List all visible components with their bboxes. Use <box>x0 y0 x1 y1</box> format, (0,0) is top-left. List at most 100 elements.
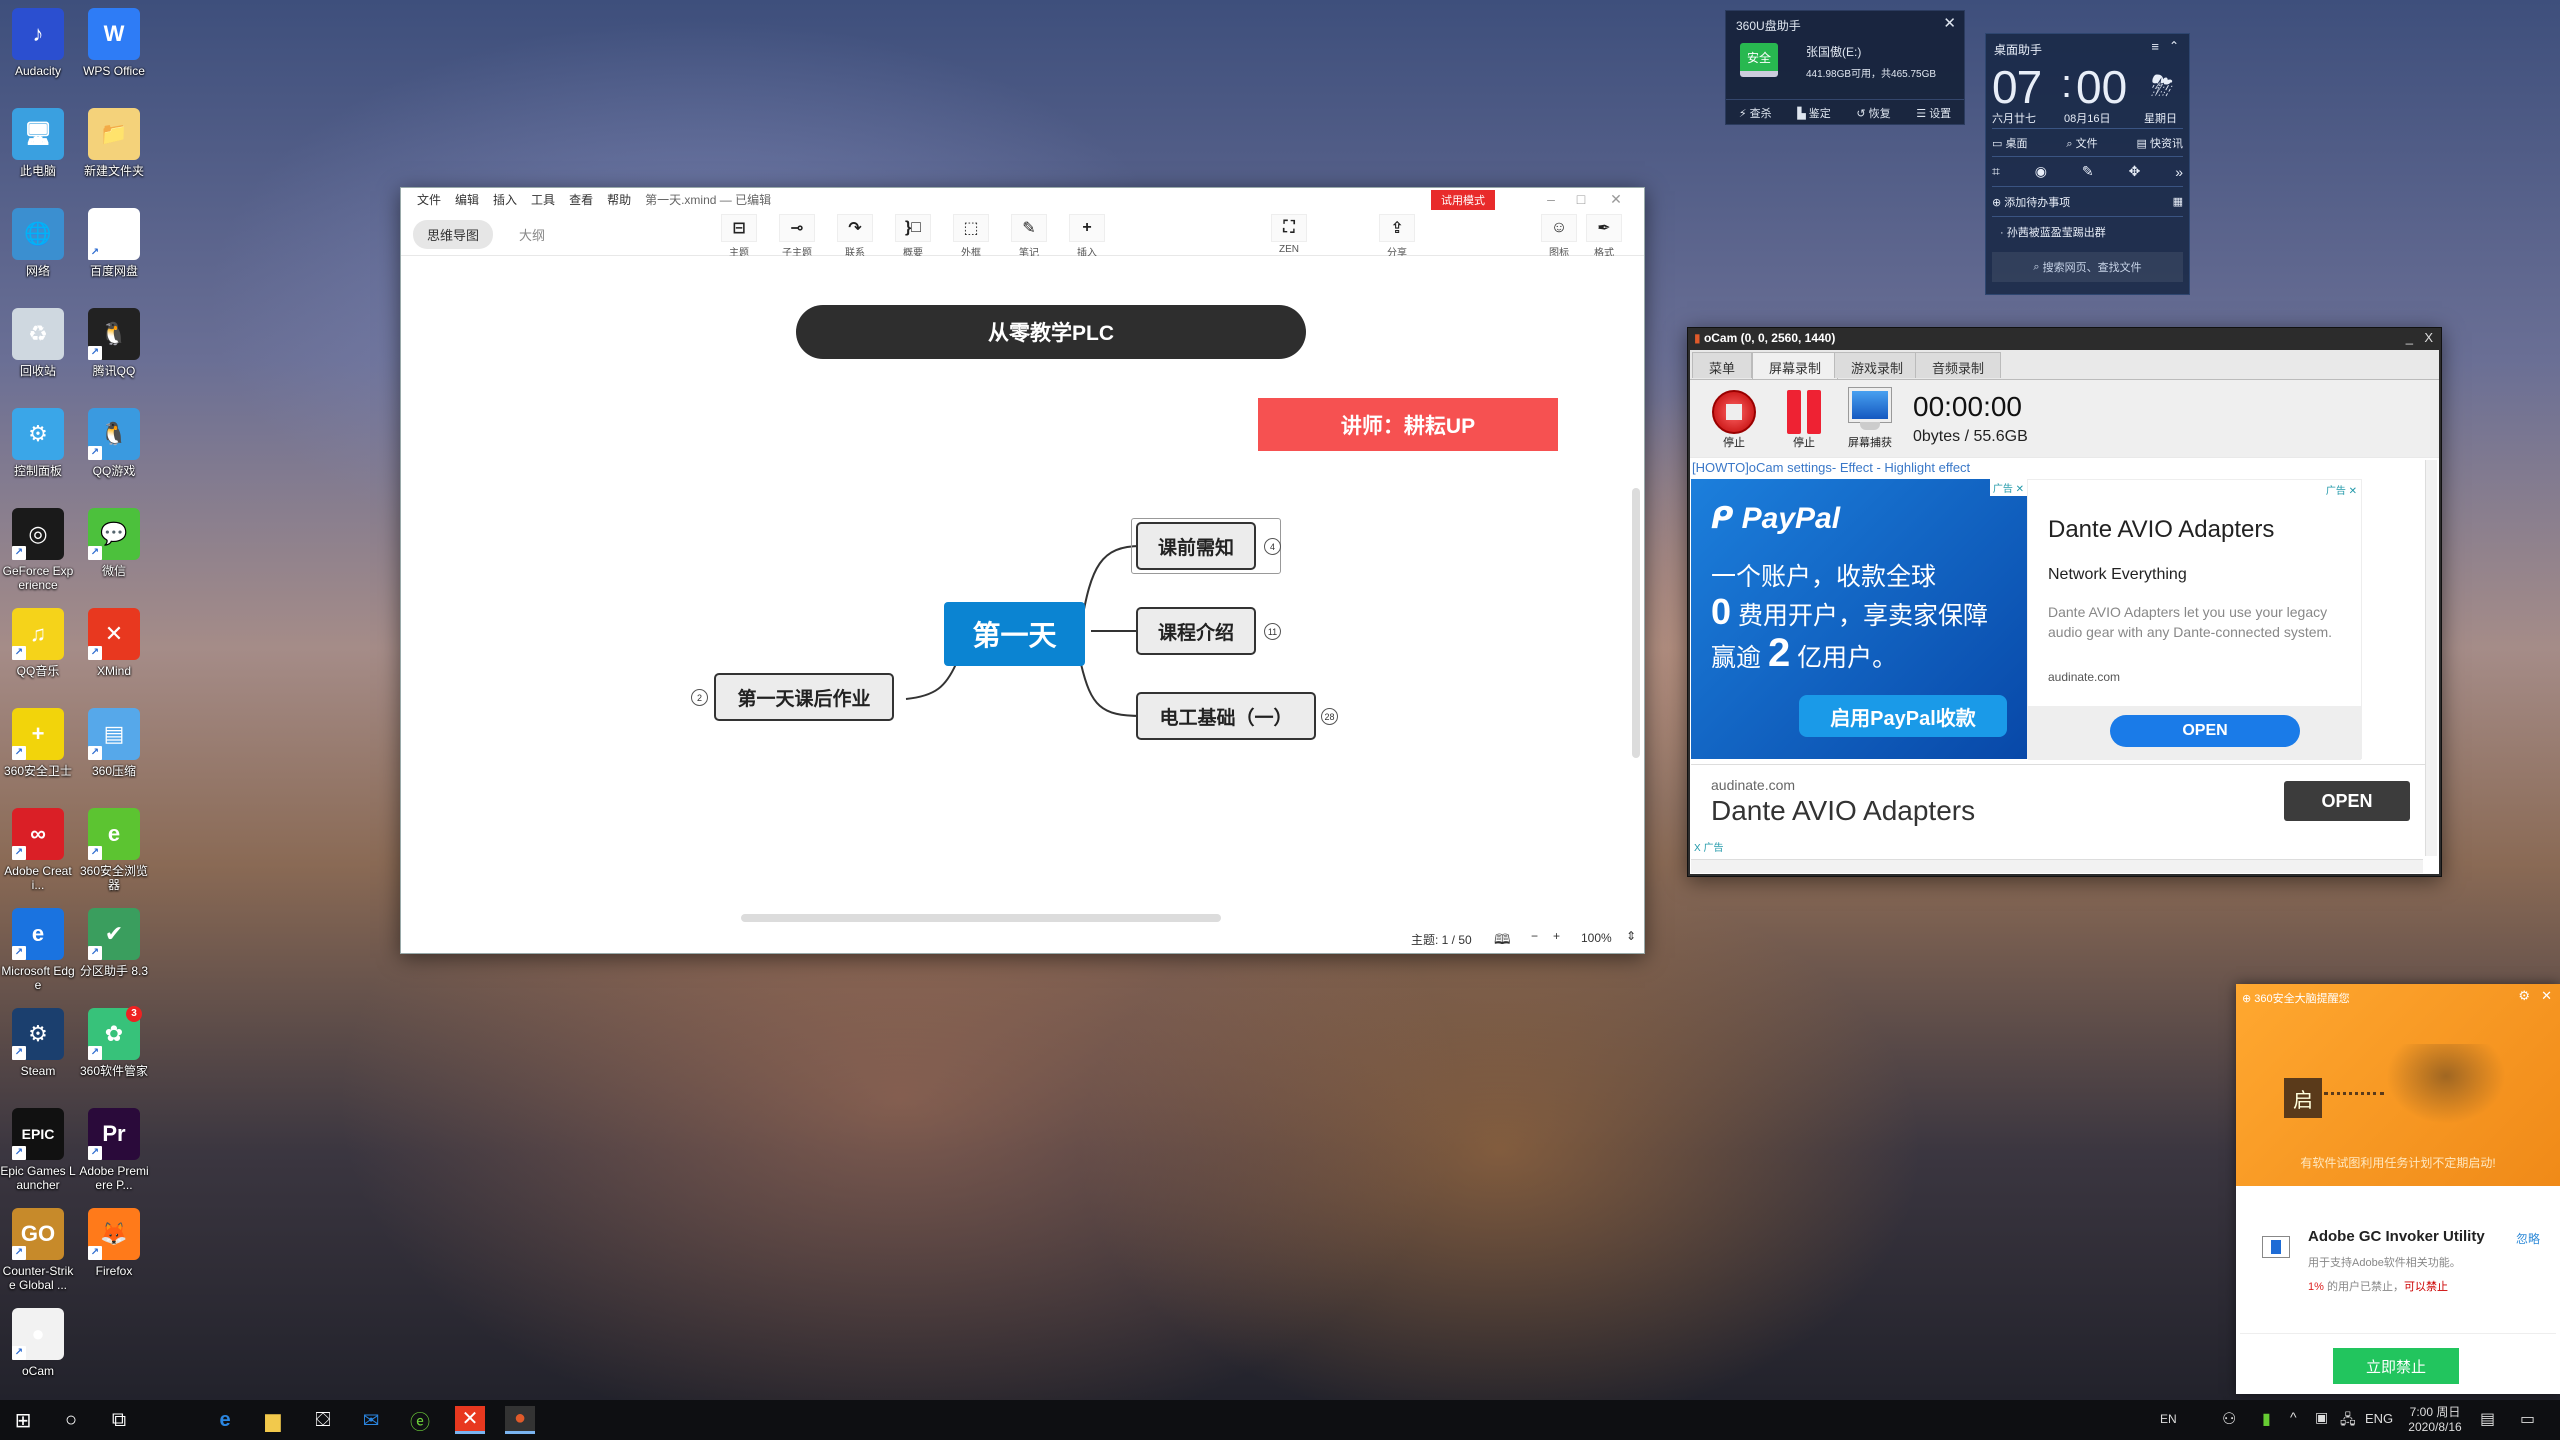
news-headline[interactable]: · 孙茜被蓝盈莹踢出群 <box>2000 224 2106 240</box>
desktop-icon[interactable]: ▤ ↗ 360压缩 <box>76 708 152 778</box>
desktop-icon[interactable]: 🖥 此电脑 <box>0 108 76 178</box>
screen-capture-button[interactable]: 屏幕捕获 <box>1848 387 1892 450</box>
tool-button-6[interactable]: + 插入 <box>1069 214 1105 259</box>
scan-button[interactable]: ⚡ 查杀 <box>1739 105 1772 121</box>
clock[interactable]: 7:00 周日 2020/8/16 <box>2400 1403 2470 1434</box>
web-search-input[interactable]: ⌕ 搜索网页、查找文件 <box>1992 252 2183 282</box>
restore-button[interactable]: ↺ 恢复 <box>1856 105 1890 121</box>
eye-icon[interactable]: ◉ <box>2035 163 2047 180</box>
menu-help[interactable]: 帮助 <box>607 191 631 208</box>
tab-audio-recording[interactable]: 音频录制 <box>1915 352 2002 378</box>
360-browser-icon[interactable]: ⓔ <box>405 1406 435 1434</box>
collapse-icon[interactable]: ⌃ <box>2169 39 2179 53</box>
start-button[interactable]: ⊞ <box>8 1406 38 1434</box>
tool-button-2[interactable]: ↷ 联系 <box>837 214 873 259</box>
share-button[interactable]: ⇪ 分享 <box>1379 214 1415 259</box>
desktop-icon[interactable]: e ↗ 360安全浏览器 <box>76 808 152 892</box>
desktop-icon[interactable]: W WPS Office <box>76 8 152 78</box>
settings-gear-icon[interactable]: ⚙ <box>2518 988 2530 1004</box>
xmind-icon[interactable]: ✕ <box>455 1406 485 1434</box>
tool-button-4[interactable]: ⬚ 外框 <box>953 214 989 259</box>
edge-icon[interactable]: e <box>210 1406 240 1434</box>
mail-icon[interactable]: ✉ <box>356 1406 386 1434</box>
identify-button[interactable]: ▙ 鉴定 <box>1797 105 1831 121</box>
menu-icon[interactable]: ≡ <box>2151 39 2159 54</box>
close-button[interactable]: X <box>2424 330 2433 345</box>
plugin-icon[interactable]: ✥ <box>2129 163 2141 180</box>
desktop-icon[interactable]: Pr ↗ Adobe Premiere P... <box>76 1108 152 1192</box>
desktop-icon[interactable]: 🌐 网络 <box>0 208 76 278</box>
language-indicator[interactable]: ENG <box>2365 1411 2393 1426</box>
format-panel-button[interactable]: ✒ 格式 <box>1586 214 1622 259</box>
desktop-icon[interactable]: EPIC ↗ Epic Games Launcher <box>0 1108 76 1192</box>
vertical-scrollbar[interactable] <box>2425 460 2437 856</box>
store-icon[interactable]: ⛋ <box>308 1406 338 1434</box>
zoom-level[interactable]: 100% <box>1581 931 1612 945</box>
zen-button[interactable]: ⛶ ZEN <box>1271 214 1307 255</box>
zoom-out-button[interactable]: − <box>1531 929 1538 943</box>
desktop-icon[interactable]: ♪ Audacity <box>0 8 76 78</box>
howto-link[interactable]: [HOWTO]oCam settings- Effect - Highlight… <box>1692 460 1970 475</box>
file-explorer-icon[interactable]: ▆ <box>258 1406 288 1434</box>
desktop-icon[interactable]: ♻ 回收站 <box>0 308 76 378</box>
paypal-ad[interactable]: 广告 ✕ ᑭ PayPal 一个账户，收款全球 0 费用开户，享卖家保障 赢逾 … <box>1691 479 2027 759</box>
show-hidden-icons-button[interactable]: ^ <box>2290 1409 2297 1425</box>
icon-panel-button[interactable]: ☺ 图标 <box>1541 214 1577 259</box>
tab-screen-recording[interactable]: 屏幕录制 <box>1752 352 1839 380</box>
tool-button-1[interactable]: ⊸ 子主题 <box>779 214 815 259</box>
horizontal-scrollbar[interactable] <box>1691 859 2423 873</box>
desktop-icon[interactable]: ⚙ 控制面板 <box>0 408 76 478</box>
file-search-button[interactable]: ⌕ 文件 <box>2066 135 2097 151</box>
tool-button-5[interactable]: ✎ 笔记 <box>1011 214 1047 259</box>
collapse-count-badge[interactable]: 4 <box>1264 538 1281 555</box>
tab-mindmap[interactable]: 思维导图 <box>413 220 494 249</box>
desktop-icon[interactable]: GO ↗ Counter-Strike Global ... <box>0 1208 76 1292</box>
desktop-icon[interactable]: ✔ ↗ 分区助手 8.3 <box>76 908 152 978</box>
ad-close-tag[interactable]: 广告 ✕ <box>1989 479 2027 496</box>
desktop-icon[interactable]: 📁 新建文件夹 <box>76 108 152 178</box>
desktop-button[interactable]: ▭ 桌面 <box>1992 135 2027 151</box>
dante-ad[interactable]: 广告 ✕ Dante AVIO Adapters Network Everyth… <box>2027 479 2362 760</box>
minimize-button[interactable]: – <box>1536 188 1566 210</box>
map-view-icon[interactable]: 🕮 <box>1494 929 1511 953</box>
collapse-count-badge[interactable]: 11 <box>1264 623 1281 640</box>
pause-button[interactable]: 停止 <box>1784 390 1824 450</box>
close-button[interactable]: ✕ <box>1601 188 1631 210</box>
desktop-icon[interactable]: 💬 ↗ 微信 <box>76 508 152 578</box>
tab-menu[interactable]: 菜单 <box>1692 352 1753 378</box>
minimize-button[interactable]: _ <box>2406 330 2413 345</box>
banner-ad[interactable]: audinate.com Dante AVIO Adapters OPEN X … <box>1691 764 2425 856</box>
security-alert-tray-icon[interactable]: ▣ <box>2315 1409 2328 1426</box>
ocam-icon[interactable]: ● <box>505 1406 535 1434</box>
desktop-icon[interactable]: ♫ ↗ QQ音乐 <box>0 608 76 678</box>
more-icon[interactable]: » <box>2175 164 2183 180</box>
title-node[interactable]: 从零教学PLC <box>796 305 1306 359</box>
zoom-in-button[interactable]: + <box>1553 929 1560 943</box>
desktop-icon[interactable]: 🐧 ↗ QQ游戏 <box>76 408 152 478</box>
people-icon[interactable]: ⚇ <box>2222 1409 2236 1429</box>
menu-view[interactable]: 查看 <box>569 191 593 208</box>
central-topic[interactable]: 第一天 <box>944 602 1085 666</box>
banner-open-button[interactable]: OPEN <box>2284 781 2410 821</box>
desktop-icon[interactable]: ✿ ↗ 3 360软件管家 <box>76 1006 152 1078</box>
ad-close-tag[interactable]: 广告 ✕ <box>2326 482 2357 497</box>
desktop-icon[interactable]: e ↗ Microsoft Edge <box>0 908 76 992</box>
desktop-icon[interactable]: 🐧 ↗ 腾讯QQ <box>76 308 152 378</box>
vertical-scrollbar[interactable] <box>1632 488 1640 758</box>
crop-icon[interactable]: ⌗ <box>1992 163 2000 180</box>
block-now-button[interactable]: 立即禁止 <box>2333 1348 2459 1384</box>
menu-edit[interactable]: 编辑 <box>455 191 479 208</box>
close-icon[interactable]: ✕ <box>1943 14 1956 32</box>
desktop-icon[interactable]: ◎ ↗ GeForce Experience <box>0 508 76 592</box>
cortana-search-button[interactable]: ○ <box>56 1406 86 1434</box>
open-button[interactable]: OPEN <box>2110 715 2300 747</box>
horizontal-scrollbar[interactable] <box>741 914 1221 922</box>
tool-button-0[interactable]: ⊟ 主题 <box>721 214 757 259</box>
tab-game-recording[interactable]: 游戏录制 <box>1834 352 1921 378</box>
collapse-count-badge[interactable]: 2 <box>691 689 708 706</box>
tab-outline[interactable]: 大纲 <box>505 220 559 249</box>
note-icon[interactable]: ✎ <box>2082 163 2094 180</box>
zoom-stepper-icon[interactable]: ⇕ <box>1626 929 1636 943</box>
desktop-icon[interactable]: ✕ ↗ XMind <box>76 608 152 678</box>
tool-button-3[interactable]: }□ 概要 <box>895 214 931 259</box>
